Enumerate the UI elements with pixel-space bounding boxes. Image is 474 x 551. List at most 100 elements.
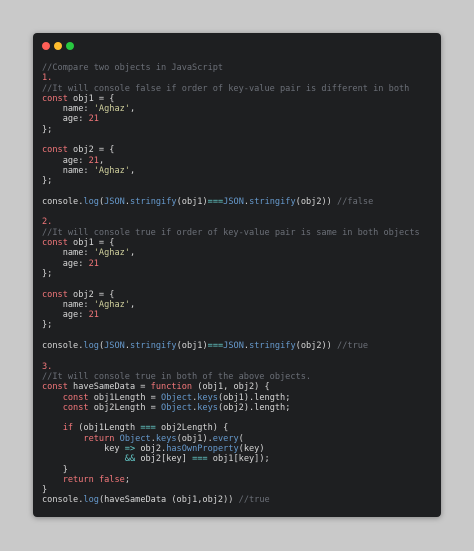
code-line: //It will console true if order of key-v… <box>42 228 420 238</box>
code-token: obj2 = { <box>67 289 115 300</box>
code-token: (obj2).length; <box>217 402 291 413</box>
code-token: Object <box>161 402 193 413</box>
zoom-dot-icon[interactable] <box>66 42 74 50</box>
code-token: const <box>42 382 68 393</box>
code-token: stringify <box>130 196 177 207</box>
code-token: 3. <box>42 361 53 372</box>
code-line: } <box>42 465 420 475</box>
code-token: //true <box>337 341 369 352</box>
code-line: const haveSameData = function (obj1, obj… <box>42 382 420 392</box>
code-token: } <box>42 464 68 475</box>
code-line: console.log(JSON.stringify(obj1)===JSON.… <box>42 197 420 207</box>
code-token: const <box>62 392 89 403</box>
code-token: (obj1) <box>176 341 208 352</box>
code-token: name: <box>42 299 94 310</box>
code-token: }; <box>42 268 53 279</box>
code-token: 'Aghaz' <box>93 299 130 310</box>
code-token: (obj2)) <box>295 341 338 352</box>
code-token: JSON <box>104 341 125 352</box>
code-line: && obj2[key] === obj1[key]); <box>42 454 420 464</box>
code-token: log <box>83 196 99 207</box>
code-token: }; <box>42 124 53 135</box>
code-token: const <box>42 93 68 104</box>
code-line: ​ <box>42 207 420 217</box>
code-token: 'Aghaz' <box>93 104 130 115</box>
code-line: name: 'Aghaz', <box>42 104 420 114</box>
code-line: console.log(haveSameData (obj1,obj2)) //… <box>42 495 420 505</box>
code-token: } <box>42 485 48 496</box>
code-token: log <box>83 341 99 352</box>
code-line: console.log(JSON.stringify(obj1)===JSON.… <box>42 341 420 351</box>
code-token: , <box>129 104 136 115</box>
code-line: 1. <box>42 73 420 83</box>
code-token: //Compare two objects in JavaScript <box>42 63 224 73</box>
code-token: , <box>98 155 105 166</box>
code-token: 21 <box>88 310 99 321</box>
code-token: JSON <box>223 341 244 352</box>
code-token: ( <box>238 433 244 444</box>
code-line: const obj2Length = Object.keys(obj2).len… <box>42 403 420 413</box>
code-token: 21 <box>88 155 99 166</box>
code-token: name: <box>42 248 94 259</box>
code-line: age: 21 <box>42 259 420 269</box>
code-token: key <box>42 443 125 454</box>
code-token: keys <box>197 392 218 403</box>
code-token: (key) <box>238 443 265 454</box>
code-line: const obj1Length = Object.keys(obj1).len… <box>42 393 420 403</box>
code-line: return false; <box>42 475 420 485</box>
code-line: age: 21, <box>42 156 420 166</box>
code-token: 'Aghaz' <box>93 165 130 176</box>
minimize-dot-icon[interactable] <box>54 42 62 50</box>
code-token: (obj1) <box>176 196 208 207</box>
code-token: obj2Length = <box>88 402 162 413</box>
code-token: console. <box>42 495 84 506</box>
code-line: name: 'Aghaz', <box>42 300 420 310</box>
code-line: 3. <box>42 362 420 372</box>
code-token: age: <box>42 310 89 321</box>
code-line: name: 'Aghaz', <box>42 166 420 176</box>
code-token: Object <box>119 433 151 444</box>
code-token: stringify <box>249 196 296 207</box>
code-line: const obj2 = { <box>42 145 420 155</box>
code-token: function <box>150 382 193 393</box>
code-window: //Compare two objects in JavaScript 1. //I… <box>33 33 441 517</box>
close-dot-icon[interactable] <box>42 42 50 50</box>
code-token: age: <box>42 114 89 125</box>
code-token: stringify <box>249 341 296 352</box>
code-token: age: <box>42 155 89 166</box>
code-token: 'Aghaz' <box>93 248 130 259</box>
code-line: //Compare two objects in JavaScript <box>42 63 420 73</box>
code-token: return <box>62 474 94 485</box>
code-token: haveSameData = <box>67 382 151 393</box>
code-token: log <box>83 495 99 506</box>
code-token: 21 <box>88 258 99 269</box>
code-line: const obj1 = { <box>42 94 420 104</box>
code-line: ​ <box>42 135 420 145</box>
code-token: ; <box>124 474 130 485</box>
code-token: obj2[key] <box>135 454 193 465</box>
code-token: }; <box>42 320 53 331</box>
code-line: ​ <box>42 187 420 197</box>
code-token: === <box>140 423 156 434</box>
code-token: stringify <box>130 341 177 352</box>
code-token: => <box>124 443 136 454</box>
code-token: obj2. <box>135 443 167 454</box>
code-token: (obj2)) <box>295 196 338 207</box>
code-token: obj2Length) { <box>155 423 229 434</box>
code-line: return Object.keys(obj1).every( <box>42 434 420 444</box>
code-token: return <box>83 433 115 444</box>
code-token: const <box>62 402 89 413</box>
code-token: (obj1).length; <box>217 392 291 403</box>
code-token: name: <box>42 165 94 176</box>
code-token: //It will console true if order of key-v… <box>42 227 420 238</box>
code-token: obj2 = { <box>67 145 115 156</box>
code-token: name: <box>42 104 94 115</box>
code-token: //false <box>337 196 374 207</box>
code-token: JSON <box>223 196 244 207</box>
code-token: const <box>42 289 68 300</box>
